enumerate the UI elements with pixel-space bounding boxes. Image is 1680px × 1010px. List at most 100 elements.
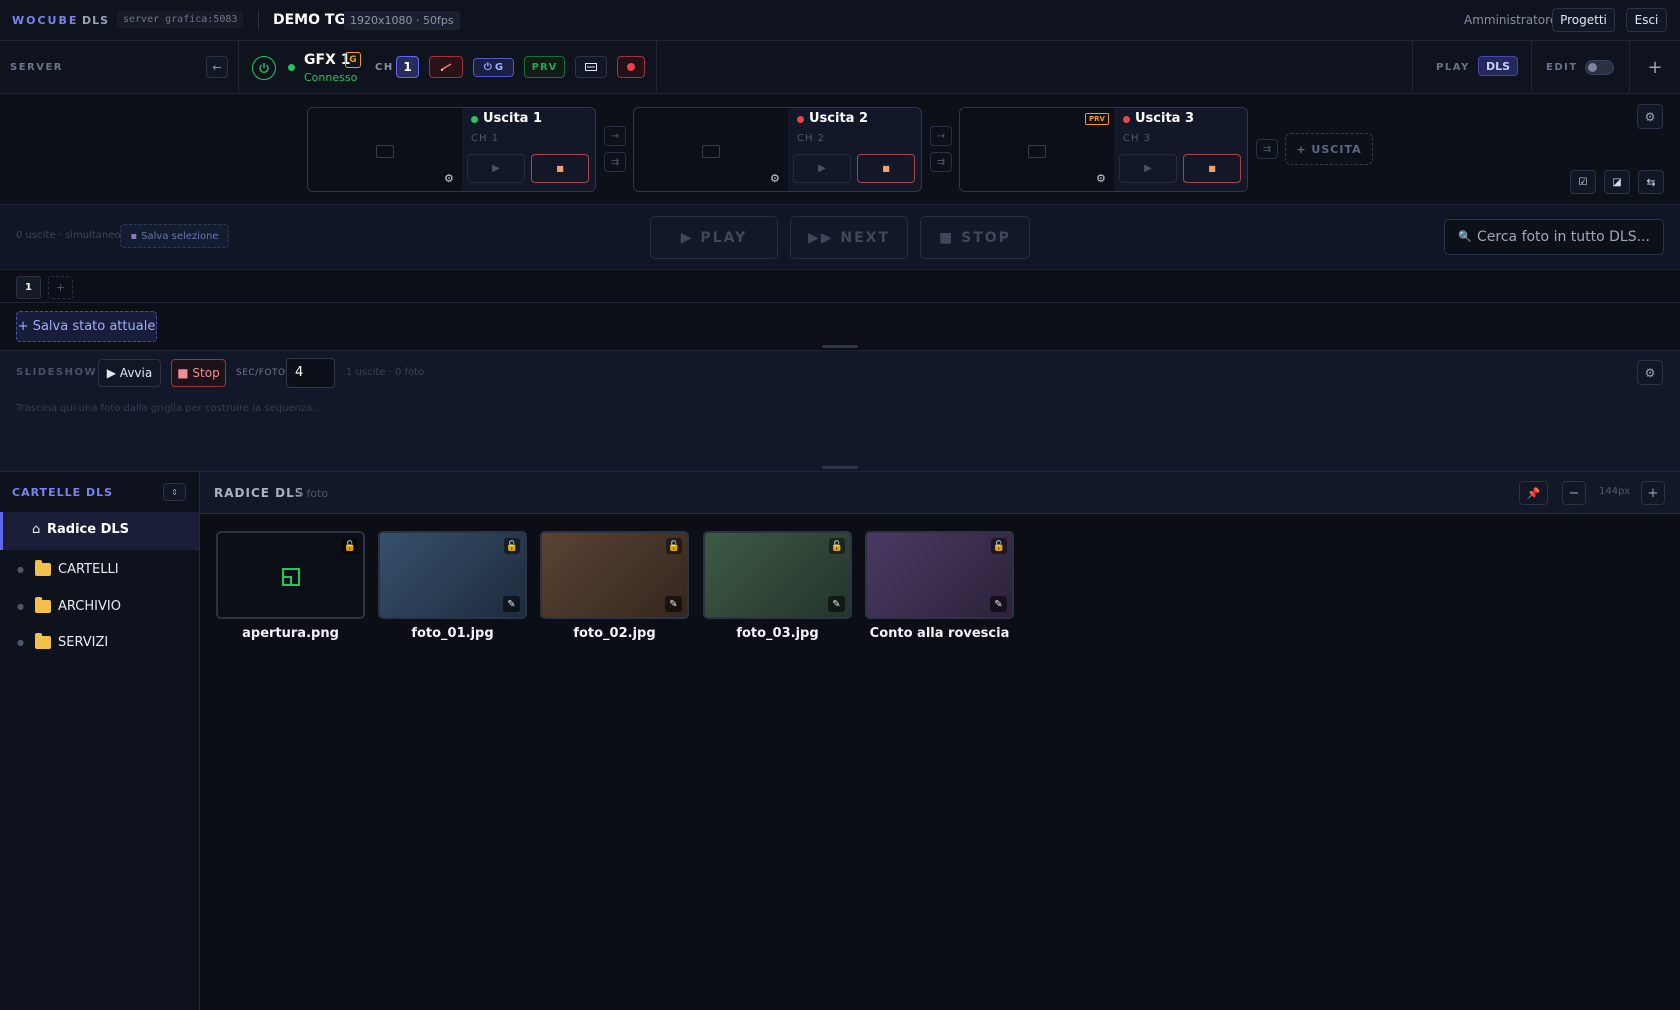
output-stop-button[interactable]: ■ [1183, 154, 1241, 183]
swap-arrows-icon[interactable]: ⇆ [1638, 170, 1664, 194]
gfx-status: Connesso [304, 71, 358, 84]
sidebar-item-root[interactable]: ⌂ Radice DLS [0, 512, 199, 550]
gear-icon[interactable]: ⚙ [1096, 172, 1106, 185]
arrow-right-icon[interactable]: → [604, 126, 626, 146]
pencil-icon[interactable]: ✎ [665, 596, 682, 612]
checkbox-icon[interactable]: ☑ [1570, 170, 1596, 194]
record-icon[interactable] [617, 56, 645, 78]
swap-icon[interactable]: ⇉ [1256, 139, 1278, 159]
power-icon[interactable] [252, 56, 276, 80]
gear-icon[interactable]: ⚙ [1637, 360, 1663, 385]
save-state-button[interactable]: + Salva stato attuale [16, 311, 157, 342]
project-name: DEMO TG [273, 12, 346, 28]
gear-icon[interactable]: ⚙ [1637, 104, 1663, 129]
gfx-badge: G [345, 52, 361, 68]
back-icon[interactable]: ← [206, 56, 228, 78]
lock-icon[interactable]: 🔓 [666, 538, 682, 554]
output-stop-button[interactable]: ■ [857, 154, 915, 183]
slideshow-stop-button[interactable]: ■ Stop [171, 359, 226, 387]
screen-icon [702, 145, 720, 158]
pin-icon[interactable]: 📌 [1519, 481, 1548, 505]
dls-mode-button[interactable]: DLS [1478, 56, 1518, 76]
gear-icon[interactable]: ⚙ [770, 172, 780, 185]
g-toggle-button[interactable]: ⏻ G [473, 58, 514, 77]
photo-thumbnail[interactable]: 🔓 ✎ [703, 531, 852, 619]
lock-icon[interactable]: 🔓 [504, 538, 520, 554]
floppy-icon: ▪ [130, 230, 138, 242]
ch-label: CH [375, 62, 394, 73]
photo-thumbnail[interactable]: 🔓 ✎ [378, 531, 527, 619]
pencil-icon[interactable]: ✎ [828, 596, 845, 612]
lock-icon[interactable]: 🔓 [342, 538, 358, 554]
folder-sidebar: CARTELLE DLS ⇕ ⌂ Radice DLS ● CARTELLI ● A… [0, 472, 200, 1010]
thumbnail-size: 144px [1599, 486, 1631, 497]
lock-icon[interactable]: 🔓 [829, 538, 845, 554]
pencil-icon[interactable]: ✎ [503, 596, 520, 612]
state-tabs: 1 + [0, 270, 1680, 303]
output-preview: ⚙ PRV [960, 108, 1114, 191]
transport-info: 0 uscite · simultaneo [16, 230, 121, 241]
keyboard-icon[interactable] [575, 56, 607, 78]
output-card[interactable]: ⚙ Uscita 1 CH 1 ▶ ■ [307, 107, 596, 192]
sidebar-title: CARTELLE DLS [12, 486, 114, 499]
swap-icon[interactable]: ⇉ [604, 152, 626, 172]
output-preview: ⚙ [308, 108, 462, 191]
output-card[interactable]: ⚙ PRV Uscita 3 CH 3 ▶ ■ [959, 107, 1248, 192]
sidebar-item-archivio[interactable]: ● ARCHIVIO [0, 588, 199, 624]
output-play-button[interactable]: ▶ [1119, 154, 1177, 183]
sec-per-photo-input[interactable]: 4 [286, 358, 335, 388]
output-channel: CH 2 [797, 133, 826, 144]
add-server-button[interactable]: + [1643, 55, 1667, 79]
photo-count: 5 foto [296, 487, 329, 500]
photo-name: apertura.png [242, 626, 339, 641]
gear-icon[interactable]: ⚙ [444, 172, 454, 185]
photo-name: foto_01.jpg [411, 626, 494, 641]
output-card[interactable]: ⚙ Uscita 2 CH 2 ▶ ■ [633, 107, 922, 192]
projects-button[interactable]: Progetti [1552, 8, 1615, 32]
swap-icon[interactable]: ⇉ [930, 152, 952, 172]
exit-button[interactable]: Esci [1626, 8, 1667, 32]
resize-handle[interactable] [822, 345, 858, 348]
output-play-button[interactable]: ▶ [467, 154, 525, 183]
edit-label: EDIT [1546, 62, 1578, 73]
search-placeholder: Cerca foto in tutto DLS... [1477, 229, 1650, 245]
top-bar: WOCUBE DLS server grafica:5083 DEMO TG 1… [0, 0, 1680, 41]
brush-icon[interactable] [429, 56, 463, 78]
status-dot [288, 64, 295, 71]
next-button[interactable]: ▶▶ NEXT [790, 216, 908, 259]
photo-thumbnail[interactable]: 🔓 ✎ [540, 531, 689, 619]
screen-icon [1028, 145, 1046, 158]
contrast-icon[interactable]: ◪ [1604, 170, 1630, 194]
arrow-right-icon[interactable]: → [930, 126, 952, 146]
zoom-in-button[interactable]: + [1641, 481, 1665, 505]
add-output-button[interactable]: + USCITA [1285, 133, 1373, 165]
photo-thumbnail[interactable]: 🔓 ✎ [865, 531, 1014, 619]
gfx-toolbar: SERVER ← GFX 1 G Connesso CH 1 ⏻ G PRV PL… [0, 41, 1680, 94]
search-input[interactable]: 🔍 Cerca foto in tutto DLS... [1444, 219, 1664, 255]
tab-1[interactable]: 1 [16, 276, 41, 299]
slideshow-start-button[interactable]: ▶ Avvia [98, 359, 161, 387]
server-address: server grafica:5083 [117, 11, 244, 28]
resolution-badge: 1920x1080 · 50fps [344, 11, 460, 30]
output-stop-button[interactable]: ■ [531, 154, 589, 183]
output-play-button[interactable]: ▶ [793, 154, 851, 183]
output-channel: CH 3 [1123, 133, 1152, 144]
prv-button[interactable]: PRV [524, 56, 565, 78]
sidebar-item-cartelli[interactable]: ● CARTELLI [0, 551, 199, 587]
channel-selector[interactable]: 1 [396, 56, 419, 78]
play-button[interactable]: ▶ PLAY [650, 216, 778, 259]
photo-thumbnail[interactable]: 🔓 [216, 531, 365, 619]
status-dot [1123, 116, 1130, 123]
pencil-icon[interactable]: ✎ [990, 596, 1007, 612]
save-selection-button[interactable]: ▪ Salva selezione [120, 224, 229, 248]
lock-icon[interactable]: 🔓 [991, 538, 1007, 554]
gfx-name: GFX 1 [304, 52, 351, 68]
sidebar-item-servizi[interactable]: ● SERVIZI [0, 624, 199, 660]
add-tab-button[interactable]: + [48, 276, 73, 299]
collapse-button[interactable]: ⇕ [163, 483, 186, 501]
layout-icon [282, 568, 300, 586]
stop-button[interactable]: ■ STOP [920, 216, 1030, 259]
zoom-out-button[interactable]: − [1562, 481, 1586, 505]
edit-toggle[interactable] [1585, 60, 1614, 75]
resize-handle[interactable] [822, 466, 858, 469]
